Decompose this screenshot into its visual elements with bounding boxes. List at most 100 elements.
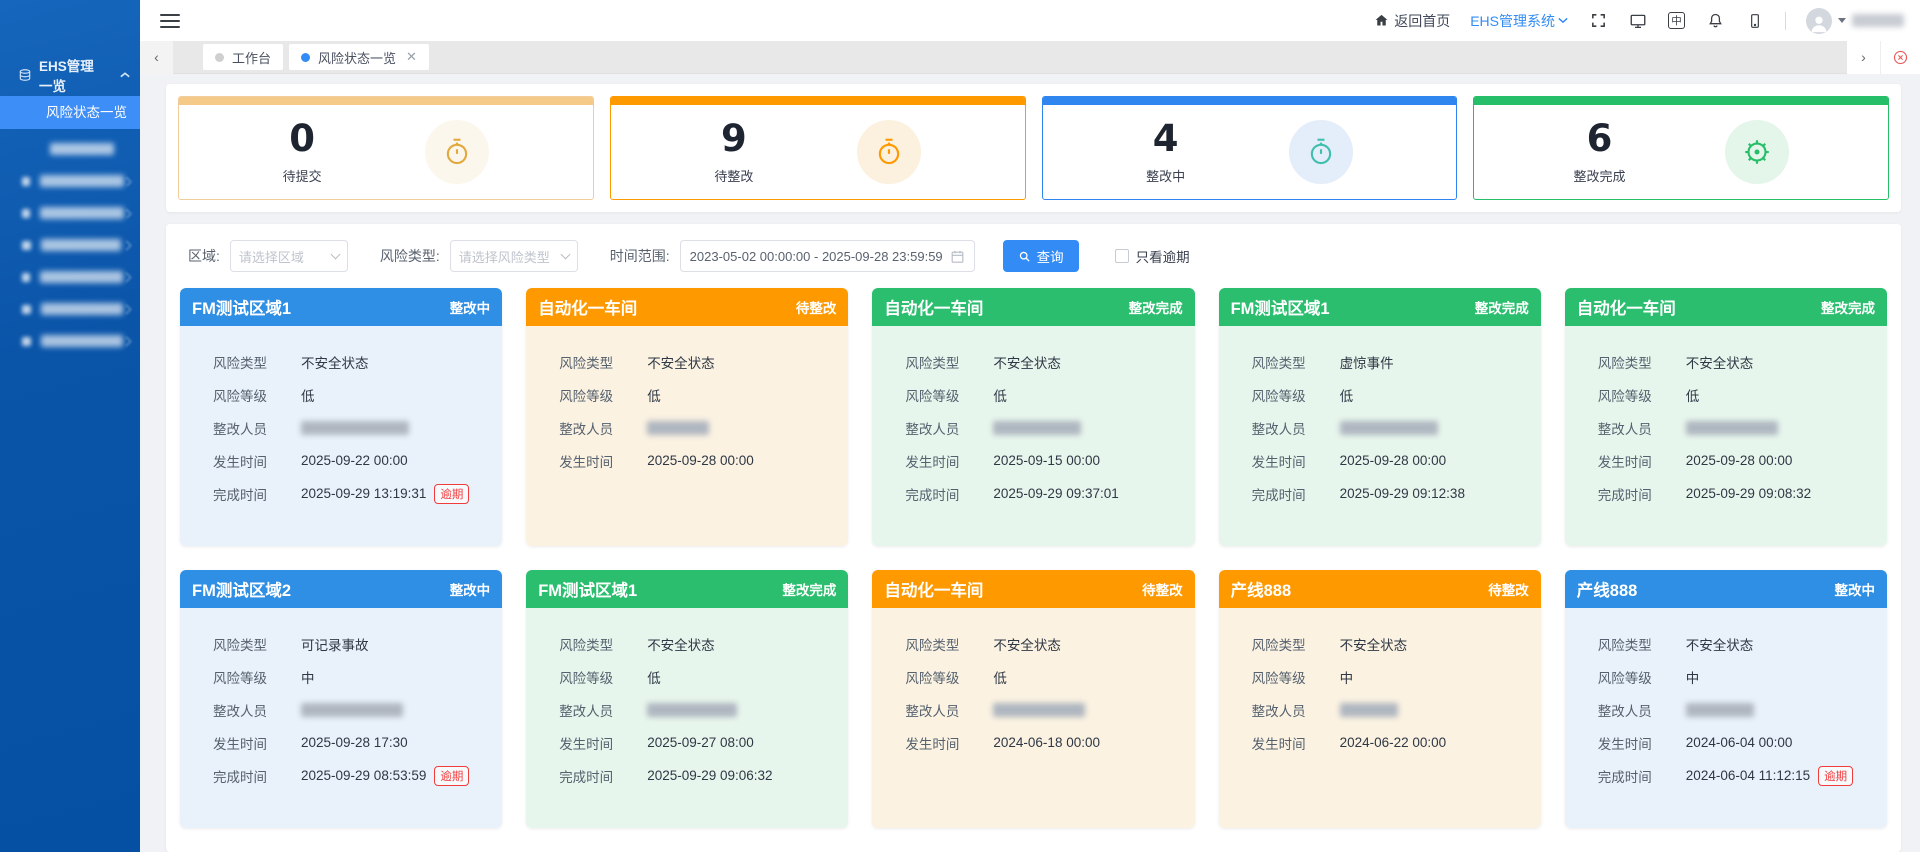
sidebar-item-risk-status[interactable]: 风险状态一览 (0, 96, 140, 129)
risk-field-label: 发生时间 (905, 451, 993, 471)
risk-card[interactable]: FM测试区域1 整改中 风险类型不安全状态风险等级低整改人员发生时间2025-0… (180, 288, 502, 546)
menu-icon (22, 273, 30, 282)
menu-icon (22, 337, 31, 346)
monitor-icon[interactable] (1628, 11, 1648, 31)
search-button[interactable]: 查询 (1003, 240, 1079, 272)
tab-status-dot (215, 53, 224, 62)
stat-value: 9 (714, 120, 753, 157)
sidebar: EHS管理一览 风险状态一览 (0, 0, 140, 852)
bell-icon[interactable] (1705, 11, 1725, 31)
risk-field-row: 风险等级低 (905, 660, 1182, 693)
risk-field-label: 风险等级 (1252, 667, 1340, 687)
risk-cards-grid: FM测试区域1 整改中 风险类型不安全状态风险等级低整改人员发生时间2025-0… (180, 288, 1887, 828)
risk-card[interactable]: FM测试区域2 整改中 风险类型可记录事故风险等级中整改人员发生时间2025-0… (180, 570, 502, 828)
calendar-icon[interactable] (950, 249, 965, 264)
back-home-link[interactable]: 返回首页 (1374, 11, 1450, 31)
risk-field-row: 风险类型不安全状态 (559, 627, 836, 660)
risk-field-row: 风险等级低 (1598, 378, 1875, 411)
risk-field-label: 风险类型 (559, 634, 647, 654)
risk-card[interactable]: FM测试区域1 整改完成 风险类型不安全状态风险等级低整改人员发生时间2025-… (526, 570, 848, 828)
person-name-blurred (301, 421, 409, 435)
risk-field-value: 中 (1686, 667, 1700, 687)
overdue-only-checkbox[interactable] (1115, 249, 1129, 263)
risk-field-label: 风险等级 (559, 667, 647, 687)
risk-field-row: 整改人员 (905, 693, 1182, 726)
mobile-icon[interactable] (1745, 11, 1765, 31)
risk-field-label: 发生时间 (1252, 451, 1340, 471)
area-select[interactable]: 请选择区域 (230, 240, 348, 272)
risk-field-label: 风险等级 (905, 385, 993, 405)
risk-field-row: 整改人员 (905, 411, 1182, 444)
risk-card-title: FM测试区域1 (1231, 295, 1330, 319)
stat-value: 0 (283, 120, 322, 157)
risk-field-row: 完成时间2025-09-29 09:08:32 (1598, 477, 1875, 510)
page-content: 0 待提交 9 待整改 (140, 74, 1920, 852)
risk-card[interactable]: 产线888 整改中 风险类型不安全状态风险等级中整改人员发生时间2024-06-… (1565, 570, 1887, 828)
risk-field-value: 2025-09-28 00:00 (1340, 453, 1447, 468)
caret-down-icon (1838, 18, 1846, 23)
sidebar-item-blurred[interactable] (0, 229, 140, 261)
risk-field-row: 风险等级低 (905, 378, 1182, 411)
blurred-text (50, 143, 114, 155)
risk-card[interactable]: FM测试区域1 整改完成 风险类型虚惊事件风险等级低整改人员发生时间2025-0… (1219, 288, 1541, 546)
risk-card-status-badge: 整改中 (450, 579, 491, 599)
tab-风险状态一览[interactable]: 风险状态一览✕ (289, 44, 429, 70)
risk-field-value: 不安全状态 (301, 352, 369, 372)
chevron-right-icon (122, 240, 132, 250)
risk-card[interactable]: 自动化一车间 待整改 风险类型不安全状态风险等级低整改人员发生时间2025-09… (526, 288, 848, 546)
risk-card[interactable]: 自动化一车间 整改完成 风险类型不安全状态风险等级低整改人员发生时间2025-0… (1565, 288, 1887, 546)
risk-field-row: 发生时间2024-06-22 00:00 (1252, 726, 1529, 759)
gear-icon (1725, 120, 1789, 184)
stat-card-top-bar (611, 97, 1025, 105)
tab-工作台[interactable]: 工作台 (203, 44, 283, 70)
risk-field-value: 不安全状态 (993, 352, 1061, 372)
risk-field-row: 发生时间2024-06-04 00:00 (1598, 726, 1875, 759)
overdue-badge: 逾期 (434, 484, 469, 504)
sidebar-item-blurred[interactable] (0, 165, 140, 197)
risk-field-value: 2025-09-28 00:00 (647, 453, 754, 468)
sidebar-item-blurred[interactable] (0, 197, 140, 229)
risk-card-body: 风险类型虚惊事件风险等级低整改人员发生时间2025-09-28 00:00完成时… (1219, 326, 1541, 546)
sidebar-group-ehs[interactable]: EHS管理一览 (0, 60, 140, 90)
system-switcher[interactable]: EHS管理系统 (1470, 11, 1568, 31)
risk-field-value: 低 (647, 667, 661, 687)
date-range-input[interactable] (690, 249, 942, 264)
risk-field-row: 整改人员 (213, 693, 490, 726)
sidebar-item-blurred[interactable] (0, 261, 140, 293)
close-all-tabs-button[interactable] (1880, 41, 1920, 74)
risk-card[interactable]: 产线888 待整改 风险类型不安全状态风险等级中整改人员发生时间2024-06-… (1219, 570, 1541, 828)
risk-card[interactable]: 自动化一车间 整改完成 风险类型不安全状态风险等级低整改人员发生时间2025-0… (872, 288, 1194, 546)
user-menu[interactable] (1806, 8, 1904, 34)
hamburger-menu-icon[interactable] (160, 14, 180, 28)
risk-field-label: 发生时间 (213, 451, 301, 471)
stat-card-top-bar (1043, 97, 1457, 105)
risk-field-label: 风险类型 (1598, 352, 1686, 372)
tabs-scroll-left-button[interactable]: ‹ (140, 41, 173, 74)
person-name-blurred (647, 421, 709, 435)
risk-field-label: 风险等级 (1252, 385, 1340, 405)
risk-card[interactable]: 自动化一车间 待整改 风险类型不安全状态风险等级低整改人员发生时间2024-06… (872, 570, 1194, 828)
sidebar-item-blurred[interactable] (0, 133, 140, 165)
language-switch-icon[interactable]: 中 (1668, 12, 1685, 29)
person-name-blurred (1686, 703, 1754, 717)
overdue-only-checkbox-wrap[interactable]: 只看逾期 (1115, 246, 1190, 266)
sidebar-item-blurred[interactable] (0, 325, 140, 357)
risk-field-row: 风险等级中 (213, 660, 490, 693)
risk-card-title: 产线888 (1231, 577, 1292, 601)
risk-card-title: 自动化一车间 (538, 295, 637, 319)
fullscreen-icon[interactable] (1588, 11, 1608, 31)
risk-field-row: 风险类型不安全状态 (905, 627, 1182, 660)
risk-card-header: 自动化一车间 待整改 (872, 570, 1194, 608)
risk-field-row: 发生时间2025-09-28 00:00 (1252, 444, 1529, 477)
risk-field-label: 风险等级 (1598, 667, 1686, 687)
risk-card-title: 自动化一车间 (884, 295, 983, 319)
sidebar-item-blurred[interactable] (0, 293, 140, 325)
close-tab-icon[interactable]: ✕ (406, 49, 417, 65)
risk-type-select[interactable]: 请选择风险类型 (450, 240, 578, 272)
tabs-scroll-right-button[interactable]: › (1847, 41, 1880, 74)
risk-field-row: 完成时间2024-06-04 11:12:15逾期 (1598, 759, 1875, 792)
stat-value: 6 (1573, 120, 1625, 157)
risk-field-value (1340, 421, 1438, 435)
menu-icon (22, 305, 31, 314)
home-icon (1374, 13, 1389, 28)
